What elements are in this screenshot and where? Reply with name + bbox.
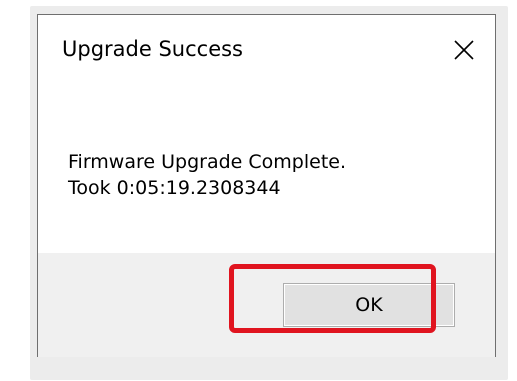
message-line-1: Firmware Upgrade Complete. <box>68 151 346 173</box>
ok-button[interactable]: OK <box>283 283 455 327</box>
dialog-titlebar[interactable]: Upgrade Success <box>38 15 495 87</box>
message-dialog: Upgrade Success Firmware Upgrade Complet… <box>37 14 496 357</box>
dialog-message: Firmware Upgrade Complete. Took 0:05:19.… <box>68 149 346 201</box>
dialog-title: Upgrade Success <box>62 37 243 61</box>
close-x-icon <box>454 40 474 60</box>
screen: Upgrade Success Firmware Upgrade Complet… <box>0 0 517 381</box>
message-line-2: Took 0:05:19.2308344 <box>68 177 281 199</box>
dialog-content: Firmware Upgrade Complete. Took 0:05:19.… <box>38 87 495 253</box>
close-button[interactable] <box>443 29 485 71</box>
dialog-footer: OK <box>38 253 495 357</box>
